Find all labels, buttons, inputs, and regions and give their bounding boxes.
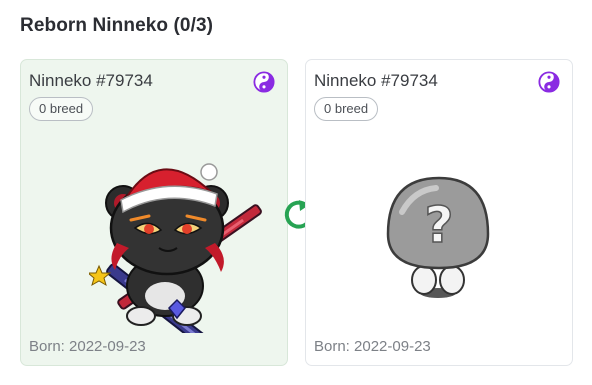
yin-yang-icon [538,71,560,93]
mystery-egg-image: ? [386,176,490,298]
section-title: Reborn Ninneko (0/3) [20,15,214,36]
ninneko-name: Ninneko #79734 [29,71,153,90]
breed-count-badge: 0 breed [314,97,379,121]
yin-yang-icon [253,71,275,93]
born-date: Born: 2022-09-23 [29,338,146,355]
ninneko-name: Ninneko #79734 [314,71,438,90]
ninneko-character-image [89,163,262,333]
ninneko-card-current[interactable]: Ninneko #79734 0 breed Born: 2022-09-23 [20,59,288,366]
svg-text:?: ? [424,196,453,254]
ninneko-card-reborn[interactable]: Ninneko #79734 0 breed ? Born: 2022-09-2… [305,59,573,366]
born-date: Born: 2022-09-23 [314,338,431,355]
breed-count-badge: 0 breed [29,97,94,121]
